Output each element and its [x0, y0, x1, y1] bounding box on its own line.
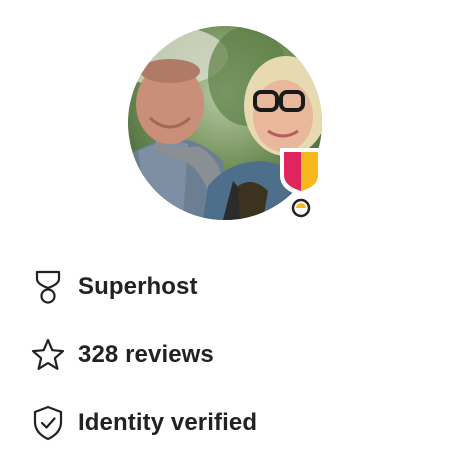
stat-superhost: Superhost: [30, 265, 430, 309]
star-icon: [30, 337, 66, 373]
host-avatar-container[interactable]: [128, 26, 322, 220]
identity-verified-label: Identity verified: [78, 409, 258, 436]
superhost-label: Superhost: [78, 273, 198, 300]
stat-identity-verified: Identity verified: [30, 401, 430, 445]
superhost-badge-icon: [278, 146, 324, 222]
stat-reviews[interactable]: 328 reviews: [30, 333, 430, 377]
host-stats-list: Superhost 328 reviews Identity verified: [30, 265, 430, 469]
shield-check-icon: [30, 405, 66, 441]
reviews-label[interactable]: 328 reviews: [78, 341, 214, 369]
superhost-medal-icon: [30, 269, 66, 305]
